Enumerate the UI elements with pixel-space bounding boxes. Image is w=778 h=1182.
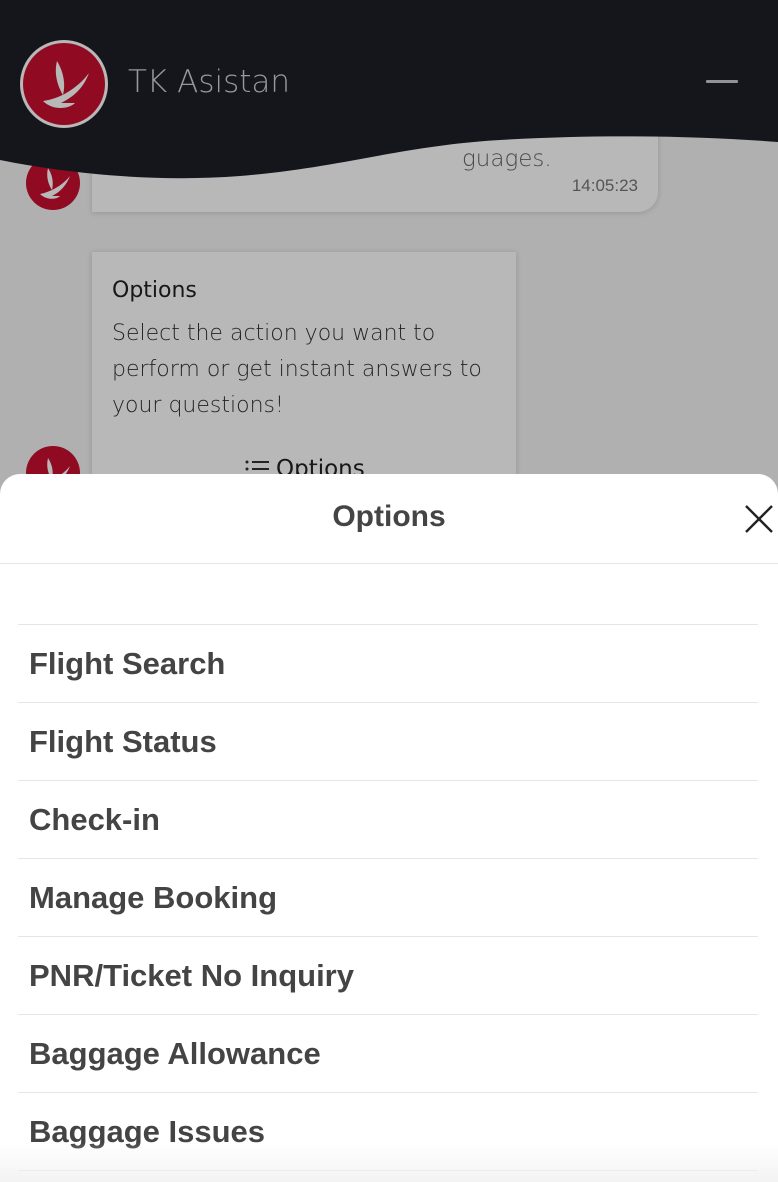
sheet-title: Options bbox=[332, 500, 446, 533]
close-icon bbox=[745, 505, 773, 533]
sheet-spacer bbox=[18, 564, 758, 625]
option-flight-search[interactable]: Flight Search bbox=[18, 625, 758, 703]
options-list: Flight Search Flight Status Check-in Man… bbox=[18, 625, 758, 1171]
option-manage-booking[interactable]: Manage Booking bbox=[18, 859, 758, 937]
option-check-in[interactable]: Check-in bbox=[18, 781, 758, 859]
sheet-header: Options bbox=[0, 474, 778, 564]
options-sheet: Options Flight Search Flight Status Chec… bbox=[0, 474, 778, 1182]
option-baggage-issues[interactable]: Baggage Issues bbox=[18, 1093, 758, 1171]
option-pnr-ticket-inquiry[interactable]: PNR/Ticket No Inquiry bbox=[18, 937, 758, 1015]
option-flight-status[interactable]: Flight Status bbox=[18, 703, 758, 781]
close-button[interactable] bbox=[742, 502, 776, 536]
option-baggage-allowance[interactable]: Baggage Allowance bbox=[18, 1015, 758, 1093]
